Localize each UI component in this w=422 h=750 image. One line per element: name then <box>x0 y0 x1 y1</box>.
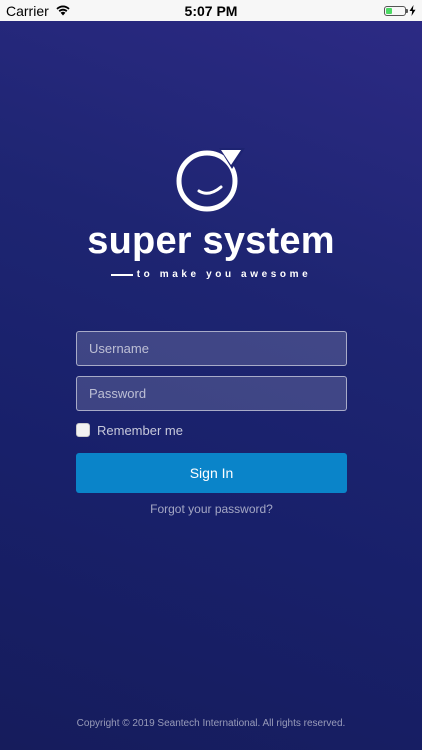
login-form: Remember me Sign In Forgot your password… <box>76 331 347 516</box>
logo: super system to make you awesome <box>0 145 422 280</box>
copyright: Copyright © 2019 Seantech International.… <box>76 718 346 729</box>
tagline-dash <box>110 273 133 276</box>
tagline: to make you awesome <box>0 269 422 280</box>
remember-checkbox[interactable] <box>76 423 90 437</box>
status-right <box>384 3 416 19</box>
status-bar: Carrier 5:07 PM <box>0 0 422 21</box>
password-input[interactable] <box>76 376 347 411</box>
wifi-icon <box>55 3 71 19</box>
carrier-label: Carrier <box>6 2 49 19</box>
sign-in-button[interactable]: Sign In <box>76 453 347 493</box>
battery-level <box>386 7 393 14</box>
forgot-password-link[interactable]: Forgot your password? <box>76 502 347 516</box>
lightning-icon <box>409 3 416 19</box>
logo-ring-icon <box>176 148 245 212</box>
status-left: Carrier <box>6 3 71 19</box>
username-input[interactable] <box>76 331 347 366</box>
login-screen: super system to make you awesome Remembe… <box>0 21 422 750</box>
remember-me[interactable]: Remember me <box>76 421 347 439</box>
battery-icon <box>384 5 408 16</box>
brand-name: super system <box>87 220 335 262</box>
remember-label: Remember me <box>97 422 183 438</box>
tagline-text: to make you awesome <box>136 269 312 280</box>
